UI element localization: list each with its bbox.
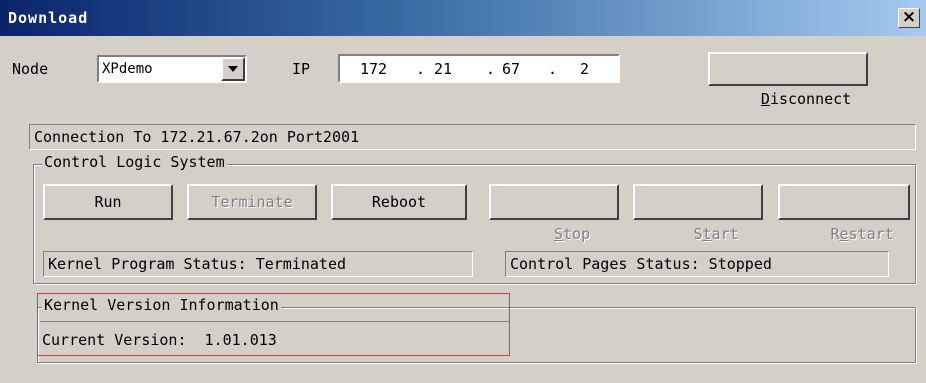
stop-label-accel: S	[554, 225, 564, 243]
start-label-post: art	[711, 225, 739, 243]
window-title: Download	[8, 9, 89, 27]
ip-dot-3: .	[548, 60, 558, 78]
kernel-version-divider	[40, 321, 510, 322]
close-button[interactable]: ×	[898, 8, 920, 28]
restart-button[interactable]: Restart	[778, 184, 910, 243]
start-label-accel: t	[702, 225, 712, 243]
ip-label: IP	[292, 60, 311, 78]
ip-address-field[interactable]: 172 . 21 . 67 . 2	[338, 54, 620, 83]
restart-label-accel: e	[839, 225, 849, 243]
ip-octet-1[interactable]: 172	[360, 60, 387, 78]
node-combobox[interactable]: XPdemo	[97, 55, 247, 83]
node-combobox-value: XPdemo	[102, 61, 153, 77]
disconnect-label-accel: D	[760, 90, 770, 108]
stop-button[interactable]: Stop	[489, 184, 619, 243]
disconnect-button[interactable]: Disconnect	[708, 52, 868, 108]
reboot-button[interactable]: Reboot	[331, 184, 467, 220]
disconnect-label-post: isconnect	[769, 90, 852, 108]
restart-label-post: start	[848, 225, 894, 243]
stop-label-post: top	[563, 225, 591, 243]
ip-dot-1: .	[416, 60, 426, 78]
ip-octet-2[interactable]: 21	[434, 60, 452, 78]
ip-octet-4[interactable]: 2	[580, 60, 589, 78]
kernel-version-group-title: Kernel Version Information	[42, 296, 281, 314]
node-label: Node	[12, 60, 49, 78]
kernel-program-status: Kernel Program Status: Terminated	[43, 251, 473, 277]
current-version-text: Current Version: 1.01.013	[42, 331, 277, 349]
title-bar[interactable]: Download ×	[0, 0, 926, 36]
start-label-pre: S	[693, 225, 703, 243]
close-icon: ×	[901, 7, 917, 27]
ip-octet-3[interactable]: 67	[502, 60, 520, 78]
download-dialog: Download × Node XPdemo IP 172 . 21 . 67 …	[0, 0, 926, 383]
terminate-button[interactable]: Terminate	[187, 184, 317, 220]
ip-dot-2: .	[486, 60, 496, 78]
start-button[interactable]: Start	[633, 184, 763, 243]
control-logic-group-title: Control Logic System	[42, 153, 227, 171]
chevron-down-icon[interactable]	[221, 57, 245, 81]
control-pages-status: Control Pages Status: Stopped	[505, 251, 889, 277]
connection-status-bar: Connection To 172.21.67.2on Port2001	[29, 124, 916, 150]
run-button[interactable]: Run	[43, 184, 173, 220]
